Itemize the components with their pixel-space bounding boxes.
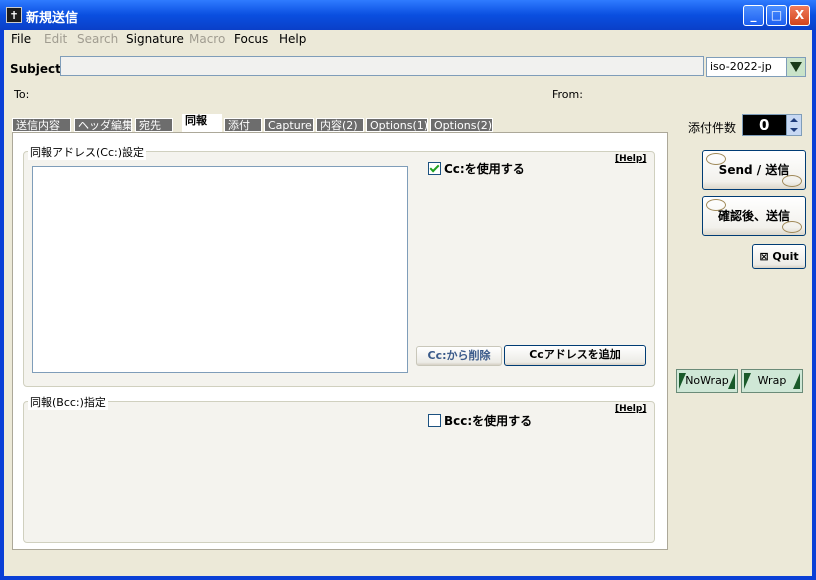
tab-content2[interactable]: 内容(2) bbox=[316, 118, 364, 132]
send-button[interactable]: Send / 送信 bbox=[702, 150, 806, 190]
send-button-label: Send / 送信 bbox=[718, 163, 790, 177]
tab-attach[interactable]: 添付 bbox=[224, 118, 262, 132]
cc-group: 同報アドレス(Cc:)設定 [Help] Cc:を使用する Cc:から削除 Cc… bbox=[23, 144, 655, 387]
checkbox-checked-icon bbox=[428, 162, 441, 175]
attach-count-value: 0 bbox=[759, 116, 770, 134]
main-window: ✝ 新規送信 _ □ X File Edit Search Signature … bbox=[0, 0, 816, 580]
from-label: From: bbox=[552, 88, 583, 101]
ornament-icon bbox=[782, 221, 802, 233]
bcc-group-title: 同報(Bcc:)指定 bbox=[28, 394, 108, 410]
use-bcc-checkbox[interactable]: Bcc:を使用する bbox=[428, 412, 532, 429]
confirm-send-button-label: 確認後、送信 bbox=[717, 209, 790, 223]
attach-count-spinner[interactable]: 0 bbox=[742, 114, 802, 136]
ornament-icon bbox=[706, 199, 726, 211]
cc-address-list[interactable] bbox=[32, 166, 408, 373]
nowrap-label: NoWrap bbox=[685, 374, 729, 387]
spin-up-icon[interactable] bbox=[786, 115, 801, 125]
quit-button[interactable]: ⊠ Quit bbox=[752, 244, 806, 269]
tab-send-content[interactable]: 送信内容 bbox=[12, 118, 71, 132]
spin-down-icon[interactable] bbox=[786, 125, 801, 135]
title-bar[interactable]: ✝ 新規送信 _ □ X bbox=[0, 0, 816, 30]
menu-signature[interactable]: Signature bbox=[126, 32, 184, 46]
tab-strip: 送信内容 ヘッダ編集 宛先 同報 添付 Capture 内容(2) Option… bbox=[12, 114, 612, 133]
menu-focus[interactable]: Focus bbox=[234, 32, 268, 46]
cc-help-link[interactable]: [Help] bbox=[615, 154, 646, 164]
bcc-help-link[interactable]: [Help] bbox=[615, 404, 646, 414]
bcc-group: 同報(Bcc:)指定 [Help] Bcc:を使用する bbox=[23, 394, 655, 543]
menu-search[interactable]: Search bbox=[77, 32, 118, 46]
tab-capture[interactable]: Capture bbox=[264, 118, 314, 132]
charset-select[interactable]: iso-2022-jp bbox=[706, 57, 806, 77]
charset-value: iso-2022-jp bbox=[710, 60, 772, 73]
nowrap-button[interactable]: NoWrap bbox=[676, 369, 738, 393]
tab-recipients[interactable]: 宛先 bbox=[135, 118, 173, 132]
use-cc-label: Cc:を使用する bbox=[444, 162, 525, 176]
menu-help[interactable]: Help bbox=[279, 32, 306, 46]
add-cc-address-button[interactable]: Ccアドレスを追加 bbox=[504, 345, 646, 366]
menu-bar: File Edit Search Signature Macro Focus H… bbox=[4, 30, 812, 50]
use-cc-checkbox[interactable]: Cc:を使用する bbox=[428, 160, 525, 177]
tab-panel: 同報アドレス(Cc:)設定 [Help] Cc:を使用する Cc:から削除 Cc… bbox=[12, 132, 668, 550]
checkbox-unchecked-icon bbox=[428, 414, 441, 427]
window-title: 新規送信 bbox=[26, 11, 79, 26]
wrap-label: Wrap bbox=[757, 374, 787, 387]
to-label: To: bbox=[14, 88, 30, 101]
menu-macro[interactable]: Macro bbox=[189, 32, 225, 46]
remove-cc-button[interactable]: Cc:から削除 bbox=[416, 346, 502, 366]
triangle-icon bbox=[744, 373, 751, 389]
use-bcc-label: Bcc:を使用する bbox=[444, 414, 533, 428]
ornament-icon bbox=[706, 153, 726, 165]
ornament-icon bbox=[782, 175, 802, 187]
attach-count-label: 添付件数 bbox=[688, 121, 737, 135]
wrap-button[interactable]: Wrap bbox=[741, 369, 803, 393]
tab-header-edit[interactable]: ヘッダ編集 bbox=[74, 118, 133, 132]
dropdown-arrow-icon[interactable] bbox=[786, 58, 805, 76]
menu-edit[interactable]: Edit bbox=[44, 32, 67, 46]
tab-options1[interactable]: Options(1) bbox=[366, 118, 428, 132]
tab-cc[interactable]: 同報 bbox=[182, 114, 222, 133]
close-button[interactable]: X bbox=[789, 5, 810, 26]
client-area: File Edit Search Signature Macro Focus H… bbox=[4, 30, 812, 576]
triangle-icon bbox=[679, 373, 686, 389]
triangle-icon bbox=[728, 373, 735, 389]
tab-options2[interactable]: Options(2) bbox=[430, 118, 493, 132]
triangle-icon bbox=[793, 373, 800, 389]
subject-input[interactable] bbox=[60, 56, 704, 76]
subject-label: Subject bbox=[10, 62, 61, 76]
minimize-button[interactable]: _ bbox=[743, 5, 764, 26]
cc-group-title: 同報アドレス(Cc:)設定 bbox=[28, 144, 147, 160]
confirm-send-button[interactable]: 確認後、送信 bbox=[702, 196, 806, 236]
app-icon: ✝ bbox=[6, 7, 22, 23]
menu-file[interactable]: File bbox=[11, 32, 31, 46]
maximize-button[interactable]: □ bbox=[766, 5, 787, 26]
